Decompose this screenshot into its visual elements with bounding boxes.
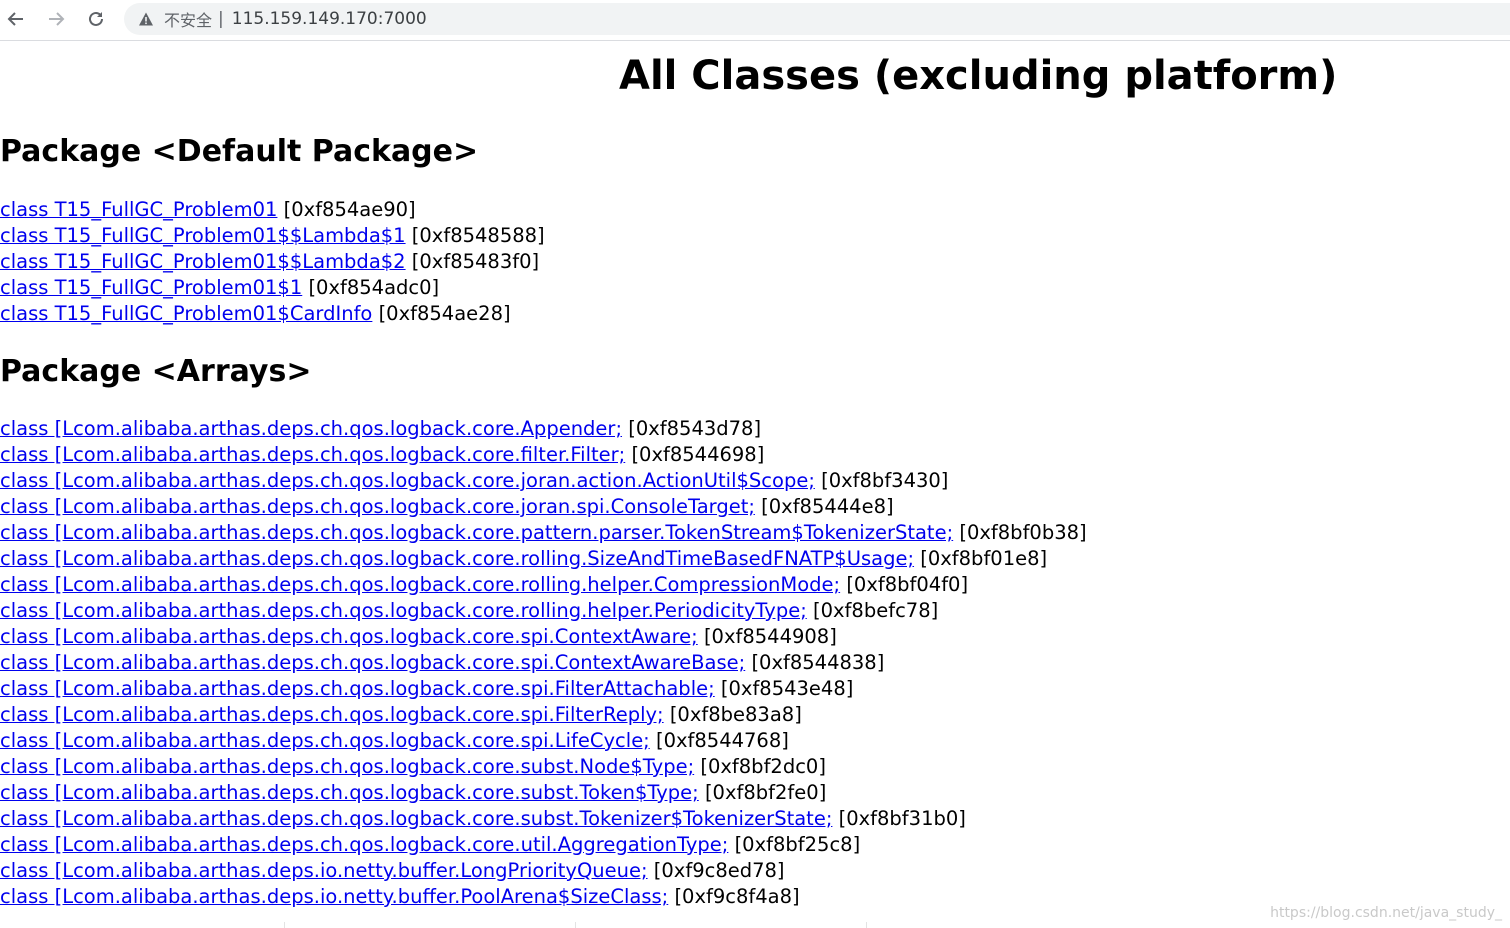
list-item: class T15_FullGC_Problem01$$Lambda$2 [0x… xyxy=(0,249,545,275)
package-heading-default: Package <Default Package> xyxy=(0,134,479,169)
class-link[interactable]: class [Lcom.alibaba.arthas.deps.ch.qos.l… xyxy=(0,469,815,492)
watermark: https://blog.csdn.net/java_study_ xyxy=(1270,905,1502,921)
class-link[interactable]: class T15_FullGC_Problem01$$Lambda$2 xyxy=(0,250,406,273)
forward-button[interactable] xyxy=(42,6,70,32)
list-item: class [Lcom.alibaba.arthas.deps.ch.qos.l… xyxy=(0,832,1087,858)
class-address: [0xf8543d78] xyxy=(628,417,762,440)
list-item: class [Lcom.alibaba.arthas.deps.ch.qos.l… xyxy=(0,754,1087,780)
class-link[interactable]: class [Lcom.alibaba.arthas.deps.ch.qos.l… xyxy=(0,833,728,856)
reload-icon xyxy=(89,11,103,26)
list-item: class [Lcom.alibaba.arthas.deps.ch.qos.l… xyxy=(0,806,1087,832)
class-address: [0xf8befc78] xyxy=(813,599,939,622)
class-address: [0xf85483f0] xyxy=(411,250,540,273)
list-item: class T15_FullGC_Problem01$CardInfo [0xf… xyxy=(0,301,545,327)
list-item: class [Lcom.alibaba.arthas.deps.ch.qos.l… xyxy=(0,572,1087,598)
class-address: [0xf8bf3430] xyxy=(821,469,949,492)
class-link[interactable]: class [Lcom.alibaba.arthas.deps.ch.qos.l… xyxy=(0,651,745,674)
list-item: class [Lcom.alibaba.arthas.deps.ch.qos.l… xyxy=(0,494,1087,520)
class-address: [0xf85444e8] xyxy=(761,495,894,518)
address-bar[interactable]: 不安全 | 115.159.149.170:7000 xyxy=(124,3,1510,35)
class-address: [0xf8bf01e8] xyxy=(920,547,1048,570)
class-link[interactable]: class [Lcom.alibaba.arthas.deps.ch.qos.l… xyxy=(0,807,832,830)
list-item: class [Lcom.alibaba.arthas.deps.ch.qos.l… xyxy=(0,442,1087,468)
class-address: [0xf8543e48] xyxy=(720,677,854,700)
class-link[interactable]: class [Lcom.alibaba.arthas.deps.ch.qos.l… xyxy=(0,729,650,752)
class-address: [0xf8544838] xyxy=(751,651,885,674)
class-link[interactable]: class [Lcom.alibaba.arthas.deps.io.netty… xyxy=(0,885,668,908)
list-item: class [Lcom.alibaba.arthas.deps.ch.qos.l… xyxy=(0,416,1087,442)
back-arrow-icon xyxy=(7,12,23,26)
divider xyxy=(284,922,285,928)
list-item: class [Lcom.alibaba.arthas.deps.ch.qos.l… xyxy=(0,468,1087,494)
class-link[interactable]: class [Lcom.alibaba.arthas.deps.ch.qos.l… xyxy=(0,547,914,570)
class-link[interactable]: class [Lcom.alibaba.arthas.deps.ch.qos.l… xyxy=(0,521,953,544)
class-link[interactable]: class [Lcom.alibaba.arthas.deps.io.netty… xyxy=(0,859,648,882)
class-address: [0xf854ae90] xyxy=(283,198,416,221)
class-address: [0xf8544698] xyxy=(631,443,765,466)
insecure-label[interactable]: 不安全 xyxy=(164,7,212,31)
class-address: [0xf9c8ed78] xyxy=(653,859,785,882)
class-link[interactable]: class [Lcom.alibaba.arthas.deps.ch.qos.l… xyxy=(0,573,840,596)
package-heading-arrays: Package <Arrays> xyxy=(0,354,312,389)
class-address: [0xf8bf31b0] xyxy=(838,807,966,830)
url-separator: | xyxy=(218,9,224,29)
class-address: [0xf9c8f4a8] xyxy=(674,885,800,908)
class-link[interactable]: class [Lcom.alibaba.arthas.deps.ch.qos.l… xyxy=(0,703,664,726)
divider xyxy=(575,922,576,928)
class-link[interactable]: class T15_FullGC_Problem01 xyxy=(0,198,277,221)
class-address: [0xf854adc0] xyxy=(308,276,440,299)
class-address: [0xf8544908] xyxy=(703,625,837,648)
class-list-default: class T15_FullGC_Problem01 [0xf854ae90] … xyxy=(0,197,545,327)
list-item: class [Lcom.alibaba.arthas.deps.ch.qos.l… xyxy=(0,598,1087,624)
list-item: class [Lcom.alibaba.arthas.deps.io.netty… xyxy=(0,884,1087,910)
class-link[interactable]: class [Lcom.alibaba.arthas.deps.ch.qos.l… xyxy=(0,443,625,466)
class-address: [0xf8548588] xyxy=(411,224,545,247)
class-link[interactable]: class T15_FullGC_Problem01$$Lambda$1 xyxy=(0,224,406,247)
class-link[interactable]: class [Lcom.alibaba.arthas.deps.ch.qos.l… xyxy=(0,417,622,440)
browser-toolbar: 不安全 | 115.159.149.170:7000 xyxy=(0,0,1510,41)
class-address: [0xf8be83a8] xyxy=(669,703,802,726)
class-link[interactable]: class [Lcom.alibaba.arthas.deps.ch.qos.l… xyxy=(0,625,698,648)
class-link[interactable]: class [Lcom.alibaba.arthas.deps.ch.qos.l… xyxy=(0,495,755,518)
back-button[interactable] xyxy=(2,6,30,32)
class-address: [0xf8bf2dc0] xyxy=(700,755,826,778)
list-item: class [Lcom.alibaba.arthas.deps.ch.qos.l… xyxy=(0,728,1087,754)
list-item: class [Lcom.alibaba.arthas.deps.ch.qos.l… xyxy=(0,624,1087,650)
list-item: class T15_FullGC_Problem01$1 [0xf854adc0… xyxy=(0,275,545,301)
page-title: All Classes (excluding platform) xyxy=(619,53,1338,99)
class-link[interactable]: class T15_FullGC_Problem01$CardInfo xyxy=(0,302,372,325)
list-item: class [Lcom.alibaba.arthas.deps.ch.qos.l… xyxy=(0,702,1087,728)
class-link[interactable]: class [Lcom.alibaba.arthas.deps.ch.qos.l… xyxy=(0,755,694,778)
class-address: [0xf8bf25c8] xyxy=(734,833,861,856)
class-link[interactable]: class [Lcom.alibaba.arthas.deps.ch.qos.l… xyxy=(0,781,699,804)
forward-arrow-icon xyxy=(49,12,65,26)
page-content: All Classes (excluding platform) Package… xyxy=(0,41,1510,928)
class-address: [0xf8bf04f0] xyxy=(846,573,969,596)
list-item: class [Lcom.alibaba.arthas.deps.ch.qos.l… xyxy=(0,520,1087,546)
list-item: class [Lcom.alibaba.arthas.deps.ch.qos.l… xyxy=(0,546,1087,572)
list-item: class [Lcom.alibaba.arthas.deps.io.netty… xyxy=(0,858,1087,884)
class-link[interactable]: class T15_FullGC_Problem01$1 xyxy=(0,276,302,299)
class-link[interactable]: class [Lcom.alibaba.arthas.deps.ch.qos.l… xyxy=(0,599,807,622)
class-list-arrays: class [Lcom.alibaba.arthas.deps.ch.qos.l… xyxy=(0,416,1087,910)
list-item: class [Lcom.alibaba.arthas.deps.ch.qos.l… xyxy=(0,780,1087,806)
list-item: class [Lcom.alibaba.arthas.deps.ch.qos.l… xyxy=(0,650,1087,676)
class-address: [0xf8bf2fe0] xyxy=(704,781,827,804)
divider xyxy=(866,922,867,928)
class-link[interactable]: class [Lcom.alibaba.arthas.deps.ch.qos.l… xyxy=(0,677,715,700)
reload-button[interactable] xyxy=(82,6,110,32)
list-item: class [Lcom.alibaba.arthas.deps.ch.qos.l… xyxy=(0,676,1087,702)
url-text[interactable]: 115.159.149.170:7000 xyxy=(232,9,427,29)
class-address: [0xf854ae28] xyxy=(378,302,511,325)
warning-icon[interactable] xyxy=(138,11,154,27)
class-address: [0xf8544768] xyxy=(655,729,789,752)
list-item: class T15_FullGC_Problem01 [0xf854ae90] xyxy=(0,197,545,223)
class-address: [0xf8bf0b38] xyxy=(959,521,1087,544)
list-item: class T15_FullGC_Problem01$$Lambda$1 [0x… xyxy=(0,223,545,249)
